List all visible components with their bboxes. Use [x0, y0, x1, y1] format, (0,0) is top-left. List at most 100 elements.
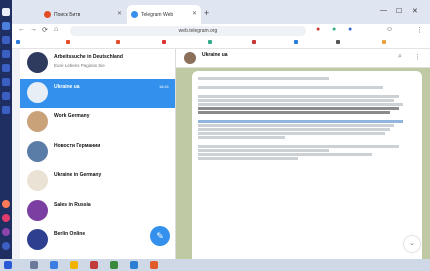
bookmarks-bar	[12, 38, 430, 49]
chat-list: Arbeitssuche in Deutschland Eure Lebens P…	[20, 49, 176, 259]
more-icon[interactable]: ⋮	[414, 53, 421, 61]
close-icon[interactable]: ✕	[192, 10, 197, 17]
chat-avatar	[27, 199, 48, 221]
chat-name: Arbeitssuche in Deutschland	[54, 54, 123, 60]
app-icon[interactable]	[2, 92, 10, 100]
app-icon[interactable]	[2, 200, 10, 208]
app-nav-strip	[12, 49, 20, 259]
bookmark-item[interactable]	[252, 40, 258, 44]
address-bar[interactable]: web.telegram.org	[70, 26, 306, 36]
new-tab-icon[interactable]: +	[204, 8, 209, 18]
text-line	[198, 145, 399, 148]
chat-list-item[interactable]: Ukraine ua 16:41	[20, 78, 175, 108]
app-icon[interactable]	[2, 228, 10, 236]
chat-title: Ukraine ua	[202, 52, 228, 58]
bookmark-item[interactable]	[66, 40, 72, 44]
chat-name: Sales in Russia	[54, 201, 91, 208]
tab-label: Поиск Битв	[54, 11, 81, 18]
chat-list-item[interactable]: Arbeitssuche in Deutschland Eure Lebens P…	[20, 49, 175, 78]
app-icon[interactable]	[2, 36, 10, 44]
tab-label: Telegram Web	[141, 11, 174, 18]
back-icon[interactable]: ←	[18, 26, 25, 33]
taskbar-app-icon[interactable]	[90, 261, 98, 269]
extension-icon[interactable]: ●	[332, 26, 336, 33]
text-line	[198, 103, 403, 106]
taskbar-app-icon[interactable]	[110, 261, 118, 269]
menu-icon[interactable]: ⋮	[416, 26, 423, 34]
taskbar	[0, 259, 430, 271]
chat-area: Ukraine ua ⌕ ⋮ ⌄	[176, 49, 430, 259]
text-line	[198, 157, 299, 160]
forward-icon[interactable]: →	[30, 26, 37, 33]
maximize-icon[interactable]: ☐	[396, 7, 402, 15]
chat-preview: Eure Lebens Paginas Sie	[54, 63, 105, 68]
bookmark-item[interactable]	[162, 40, 168, 44]
tab-active[interactable]: Telegram Web ✕	[127, 5, 201, 24]
taskbar-app-icon[interactable]	[130, 261, 138, 269]
chat-name: Ukraine ua	[54, 83, 80, 90]
text-line	[198, 107, 399, 110]
extension-icon[interactable]: ●	[348, 26, 352, 33]
text-line	[198, 128, 390, 131]
text-line	[198, 153, 373, 156]
profile-icon[interactable]: ☺	[386, 26, 393, 33]
app-icon[interactable]	[2, 242, 10, 250]
app-icon[interactable]	[2, 22, 10, 30]
chat-list-item[interactable]: Новости Германии	[20, 138, 175, 167]
chat-avatar	[27, 81, 48, 103]
scroll-down-icon[interactable]: ⌄	[404, 236, 420, 252]
desktop-left-panel	[0, 0, 12, 259]
chat-list-item[interactable]: Sales in Russia	[20, 197, 175, 226]
tab-favicon-icon	[44, 11, 51, 18]
app-icon[interactable]	[2, 106, 10, 114]
telegram-icon	[131, 11, 138, 18]
minimize-icon[interactable]: —	[380, 7, 387, 14]
app-icon[interactable]	[2, 50, 10, 58]
close-icon[interactable]: ✕	[117, 10, 122, 17]
link-line[interactable]	[198, 120, 403, 123]
taskbar-app-icon[interactable]	[150, 261, 158, 269]
app-icon[interactable]	[2, 8, 10, 16]
text-line	[198, 95, 399, 98]
text-line	[198, 132, 386, 135]
browser-window: Поиск Битв ✕ Telegram Web ✕ + — ☐ ✕ ← → …	[12, 0, 430, 259]
app-icon[interactable]	[2, 78, 10, 86]
bookmark-item[interactable]	[208, 40, 214, 44]
chat-avatar	[27, 140, 48, 162]
close-window-icon[interactable]: ✕	[412, 7, 418, 15]
compose-button[interactable]: ✎	[150, 226, 170, 246]
chat-name: Новости Германии	[54, 142, 101, 149]
app-icon[interactable]	[2, 214, 10, 222]
taskbar-app-icon[interactable]	[50, 261, 58, 269]
bookmark-item[interactable]	[382, 40, 388, 44]
home-icon[interactable]: ⌂	[54, 26, 58, 33]
text-line	[198, 77, 329, 80]
chat-header[interactable]: Ukraine ua ⌕ ⋮	[176, 49, 430, 68]
taskbar-app-icon[interactable]	[70, 261, 78, 269]
bookmark-item[interactable]	[16, 40, 22, 44]
search-icon[interactable]: ⌕	[398, 53, 402, 61]
chat-name: Berlin Online	[54, 231, 86, 237]
bookmark-item[interactable]	[336, 40, 342, 44]
text-line	[198, 136, 286, 139]
telegram-app: Arbeitssuche in Deutschland Eure Lebens P…	[12, 49, 430, 259]
bookmark-item[interactable]	[294, 40, 300, 44]
text-line	[198, 149, 329, 152]
chat-avatar	[27, 170, 48, 191]
chat-avatar[interactable]	[184, 52, 196, 64]
bookmark-item[interactable]	[116, 40, 122, 44]
tab-inactive[interactable]: Поиск Битв ✕	[40, 5, 126, 24]
chat-list-item[interactable]: Ukraine in Germany	[20, 167, 175, 196]
chat-list-item[interactable]: Work Germany	[20, 108, 175, 137]
extension-icon[interactable]: ●	[316, 26, 320, 33]
chat-avatar	[27, 111, 48, 132]
text-line	[198, 86, 384, 89]
taskbar-app-icon[interactable]	[30, 261, 38, 269]
text-line	[198, 124, 395, 127]
app-icon[interactable]	[2, 64, 10, 72]
chat-name: Ukraine in Germany	[54, 172, 102, 178]
chat-name: Work Germany	[54, 113, 90, 119]
text-line	[198, 111, 390, 114]
reload-icon[interactable]: ⟳	[42, 26, 48, 34]
start-icon[interactable]	[4, 261, 12, 269]
